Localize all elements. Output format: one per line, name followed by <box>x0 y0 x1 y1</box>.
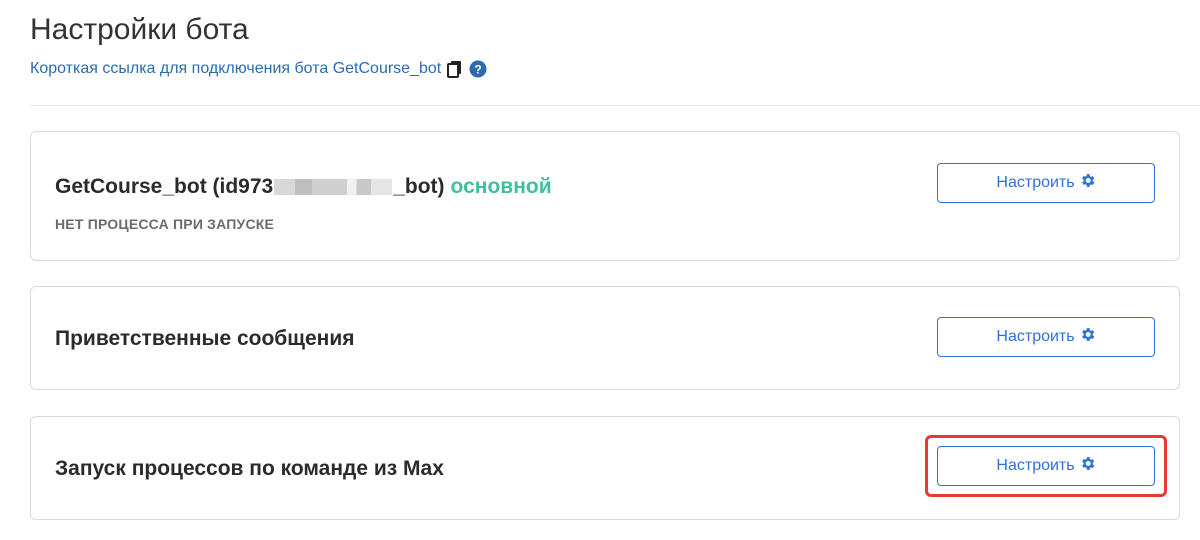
short-link-row: Короткая ссылка для подключения бота Get… <box>30 60 487 78</box>
configure-welcome-button[interactable]: Настроить <box>937 317 1155 357</box>
configure-max-command-button[interactable]: Настроить <box>937 446 1155 486</box>
max-command-processes-title: Запуск процессов по команде из Max <box>55 457 444 480</box>
help-icon[interactable]: ? <box>469 60 487 78</box>
short-link[interactable]: Короткая ссылка для подключения бота Get… <box>30 60 441 78</box>
welcome-messages-title: Приветственные сообщения <box>55 327 355 350</box>
masked-id <box>274 179 393 196</box>
page-title: Настройки бота <box>30 13 249 46</box>
configure-bot-button[interactable]: Настроить <box>937 163 1155 203</box>
configure-button-label: Настроить <box>996 457 1075 474</box>
bot-name-suffix: _bot) <box>393 175 445 198</box>
copy-icon[interactable] <box>447 60 463 78</box>
main-badge: основной <box>450 175 552 198</box>
gear-icon <box>1079 455 1096 477</box>
start-process-note: НЕТ ПРОЦЕССА ПРИ ЗАПУСКЕ <box>55 216 275 232</box>
welcome-messages-card: Приветственные сообщения Настроить <box>30 286 1180 390</box>
bot-name-prefix: GetCourse_bot (id973 <box>55 175 274 198</box>
gear-icon <box>1079 172 1096 194</box>
svg-text:?: ? <box>475 63 482 77</box>
configure-button-label: Настроить <box>996 174 1075 191</box>
gear-icon <box>1079 326 1096 348</box>
configure-button-label: Настроить <box>996 328 1075 345</box>
bot-card: GetCourse_bot (id973 _bot) основной НЕТ ПР… <box>30 131 1180 261</box>
max-command-processes-card: Запуск процессов по команде из Max Настр… <box>30 416 1180 520</box>
bot-card-title: GetCourse_bot (id973 _bot) основной <box>55 175 552 199</box>
divider <box>30 105 1200 106</box>
